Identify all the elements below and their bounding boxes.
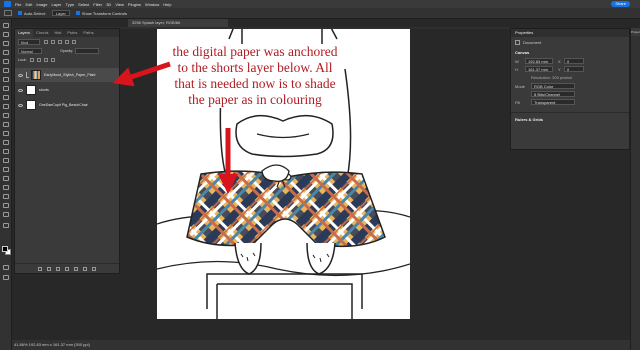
status-bar: 41.86% 192.83 mm x 161.37 mm (300 ppi): [12, 340, 630, 350]
collapsed-panel-dock: Properti...: [630, 28, 640, 350]
fill-dropdown[interactable]: Transparent: [531, 99, 575, 105]
collapsed-properties-tab[interactable]: Properti...: [631, 28, 640, 36]
arrow-to-layer-icon: [112, 61, 171, 87]
resolution-text: Resolution: 300 pixels/i: [531, 75, 573, 80]
photoshop-window: File Edit Image Layer Type Select Filter…: [0, 0, 640, 350]
mode-label: Mode: [515, 83, 526, 89]
y-field[interactable]: 0: [564, 66, 584, 72]
x-field[interactable]: 0: [564, 58, 584, 64]
width-label: W: [515, 58, 519, 64]
height-label: H: [515, 66, 518, 72]
properties-panel: Properties Document Canvas W 192.83 mm X…: [510, 28, 630, 150]
rulers-grids-section[interactable]: Rulers & Grids: [511, 112, 629, 126]
properties-doc-row: Document: [511, 37, 629, 48]
fill-label: Fill: [515, 99, 521, 105]
mode-row: Mode RGB Color: [511, 82, 629, 90]
width-field[interactable]: 192.83 mm: [525, 58, 553, 64]
height-field[interactable]: 161.37 mm: [525, 66, 553, 72]
properties-subtitle: Document: [523, 40, 542, 45]
document-icon: [515, 40, 520, 45]
mode-dropdown[interactable]: RGB Color: [531, 83, 575, 89]
canvas-section-title[interactable]: Canvas: [511, 48, 629, 57]
bit-depth-dropdown[interactable]: 8 Bits/Channel: [531, 91, 575, 97]
fill-row: Fill Transparent: [511, 98, 629, 106]
canvas-height-row: H 161.37 mm Y 0: [511, 65, 629, 73]
properties-title[interactable]: Properties: [511, 29, 629, 37]
canvas-width-row: W 192.83 mm X 0: [511, 57, 629, 65]
depth-row: 8 Bits/Channel: [511, 90, 629, 98]
